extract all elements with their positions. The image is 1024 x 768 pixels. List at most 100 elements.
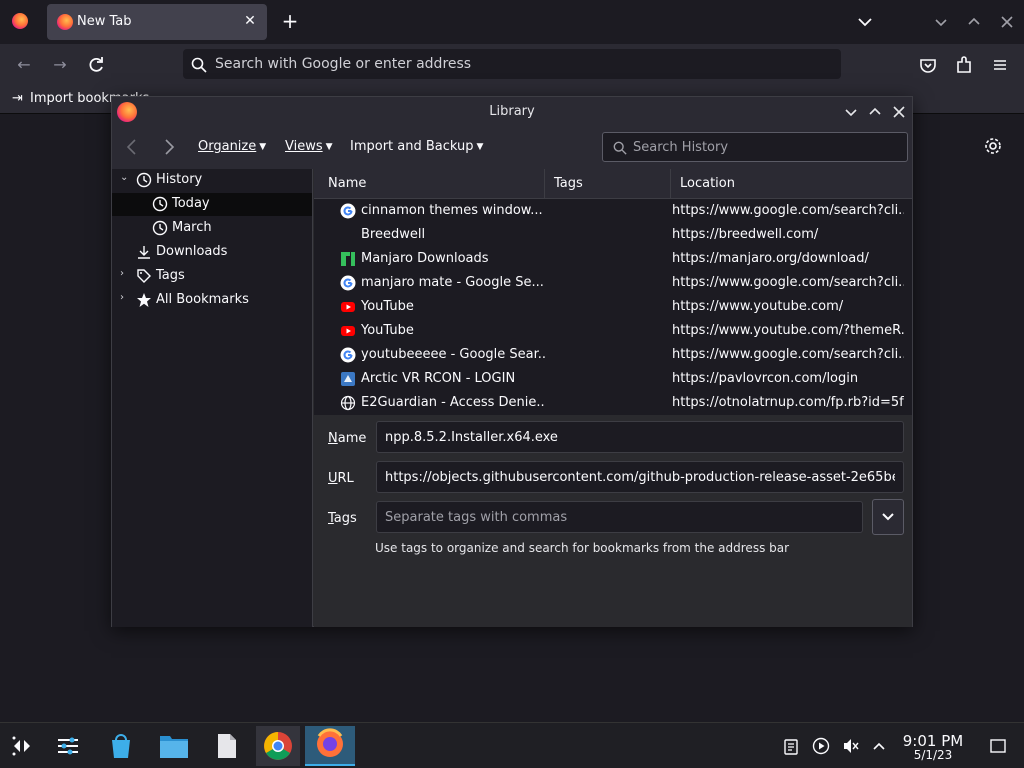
globe-icon	[340, 395, 356, 411]
chevron-down-icon	[882, 513, 894, 521]
software-store-icon[interactable]	[101, 726, 141, 766]
row-location: https://otnolatrnup.com/fp.rb?id=5f...	[672, 395, 904, 410]
tree-item-tags[interactable]: › Tags	[112, 265, 312, 288]
table-row[interactable]: manjaro mate - Google Se... https://www.…	[314, 271, 904, 295]
show-desktop-icon[interactable]	[989, 737, 1007, 755]
reload-icon[interactable]	[85, 54, 107, 76]
tags-label: Tags	[328, 511, 357, 526]
table-row[interactable]: E2Guardian - Access Denie... https://otn…	[314, 391, 904, 415]
url-label: URL	[328, 471, 354, 486]
arctic-icon	[341, 372, 355, 386]
tag-icon	[137, 269, 151, 283]
chevron-up-icon[interactable]	[870, 737, 888, 755]
row-name: E2Guardian - Access Denie...	[361, 395, 546, 410]
firefox-view-icon[interactable]	[12, 13, 28, 29]
menu-hamburger-icon[interactable]	[989, 54, 1011, 76]
table-row[interactable]: Arctic VR RCON - LOGIN https://pavlovrco…	[314, 367, 904, 391]
minimize-icon[interactable]	[842, 103, 860, 121]
import-backup-menu[interactable]: Import and Backup ▼	[350, 139, 483, 154]
close-tab-icon[interactable]: ✕	[241, 12, 259, 30]
column-tags[interactable]: Tags	[554, 176, 583, 191]
tree-label: Tags	[156, 268, 185, 283]
name-field[interactable]	[376, 421, 904, 453]
maximize-icon[interactable]	[965, 13, 983, 31]
column-location[interactable]: Location	[680, 176, 735, 191]
close-window-icon[interactable]	[998, 13, 1016, 31]
column-separator[interactable]	[670, 169, 671, 199]
volume-muted-icon[interactable]	[842, 737, 860, 755]
tab-new-tab[interactable]: New Tab ✕	[47, 4, 267, 40]
maximize-icon[interactable]	[866, 103, 884, 121]
url-label-text: RL	[337, 471, 354, 486]
close-icon[interactable]	[890, 103, 908, 121]
media-player-icon[interactable]	[812, 737, 830, 755]
tree-item-downloads[interactable]: Downloads	[112, 241, 312, 264]
views-label: Views	[285, 139, 323, 154]
tree-label: History	[156, 172, 203, 187]
minimize-icon[interactable]	[932, 13, 950, 31]
list-body: cinnamon themes window... https://www.go…	[314, 199, 912, 415]
search-history-box[interactable]	[602, 132, 908, 162]
gear-icon[interactable]	[983, 136, 1003, 156]
row-name: YouTube	[361, 323, 414, 338]
table-row[interactable]: Manjaro Downloads https://manjaro.org/do…	[314, 247, 904, 271]
chevron-right-icon[interactable]: ›	[120, 268, 132, 279]
clock-icon	[152, 220, 168, 236]
library-title: Library	[489, 104, 535, 119]
google-icon	[340, 203, 356, 219]
organize-menu[interactable]: Organize ▼	[198, 139, 266, 154]
clock-date[interactable]: 5/1/23	[898, 748, 968, 762]
table-row[interactable]: youtubeeeee - Google Sear... https://www…	[314, 343, 904, 367]
app-launcher-icon[interactable]	[2, 726, 42, 766]
row-name: Breedwell	[361, 227, 426, 242]
column-separator[interactable]	[544, 169, 545, 199]
tree-label: All Bookmarks	[156, 292, 249, 307]
tab-title: New Tab	[77, 14, 132, 29]
import-backup-label: Import and Backup	[350, 139, 474, 154]
clipboard-icon[interactable]	[782, 737, 800, 755]
row-location: https://www.youtube.com/?themeR...	[672, 323, 904, 338]
youtube-icon	[341, 326, 355, 336]
url-bar[interactable]	[183, 49, 841, 79]
tab-strip: New Tab ✕ +	[0, 0, 1024, 44]
chevron-down-icon[interactable]: ⌄	[120, 172, 132, 183]
tree-item-today[interactable]: Today	[112, 193, 312, 216]
tree-item-march[interactable]: March	[112, 217, 312, 240]
search-history-input[interactable]	[633, 133, 903, 161]
row-location: https://www.google.com/search?cli...	[672, 275, 904, 290]
text-file-icon[interactable]	[206, 726, 246, 766]
name-label-mnemonic: N	[328, 431, 338, 446]
url-input[interactable]	[215, 49, 815, 79]
url-field[interactable]	[376, 461, 904, 493]
table-row[interactable]: Breedwell https://breedwell.com/	[314, 223, 904, 247]
chevron-down-icon[interactable]	[856, 13, 874, 31]
back-arrow-icon[interactable]: ←	[13, 54, 35, 76]
extensions-icon[interactable]	[953, 54, 975, 76]
table-row[interactable]: YouTube https://www.youtube.com/	[314, 295, 904, 319]
forward-arrow-icon[interactable]: →	[49, 54, 71, 76]
back-icon[interactable]	[122, 137, 142, 157]
library-toolbar: Organize ▼ Views ▼ Import and Backup ▼	[112, 127, 912, 169]
tree-item-history[interactable]: ⌄ History	[112, 169, 312, 192]
firefox-app[interactable]	[305, 726, 355, 766]
tree-item-all-bookmarks[interactable]: › All Bookmarks	[112, 289, 312, 312]
column-name[interactable]: Name	[328, 176, 366, 191]
row-location: https://breedwell.com/	[672, 227, 819, 242]
views-menu[interactable]: Views ▼	[285, 139, 333, 154]
library-titlebar[interactable]: Library	[112, 97, 912, 127]
table-row[interactable]: YouTube https://www.youtube.com/?themeR.…	[314, 319, 904, 343]
tags-dropdown-button[interactable]	[872, 499, 904, 535]
tags-field[interactable]	[376, 501, 863, 533]
chrome-app[interactable]	[256, 726, 300, 766]
chevron-down-icon: ▼	[259, 142, 267, 152]
chevron-right-icon[interactable]: ›	[120, 292, 132, 303]
new-tab-button[interactable]: +	[280, 11, 300, 31]
settings-sliders-icon[interactable]	[48, 726, 88, 766]
file-manager-icon[interactable]	[154, 726, 194, 766]
tree-label: March	[172, 220, 212, 235]
table-row[interactable]: cinnamon themes window... https://www.go…	[314, 199, 904, 223]
google-icon	[340, 347, 356, 363]
tree-label: Today	[172, 196, 210, 211]
forward-icon[interactable]	[159, 137, 179, 157]
pocket-icon[interactable]	[917, 54, 939, 76]
